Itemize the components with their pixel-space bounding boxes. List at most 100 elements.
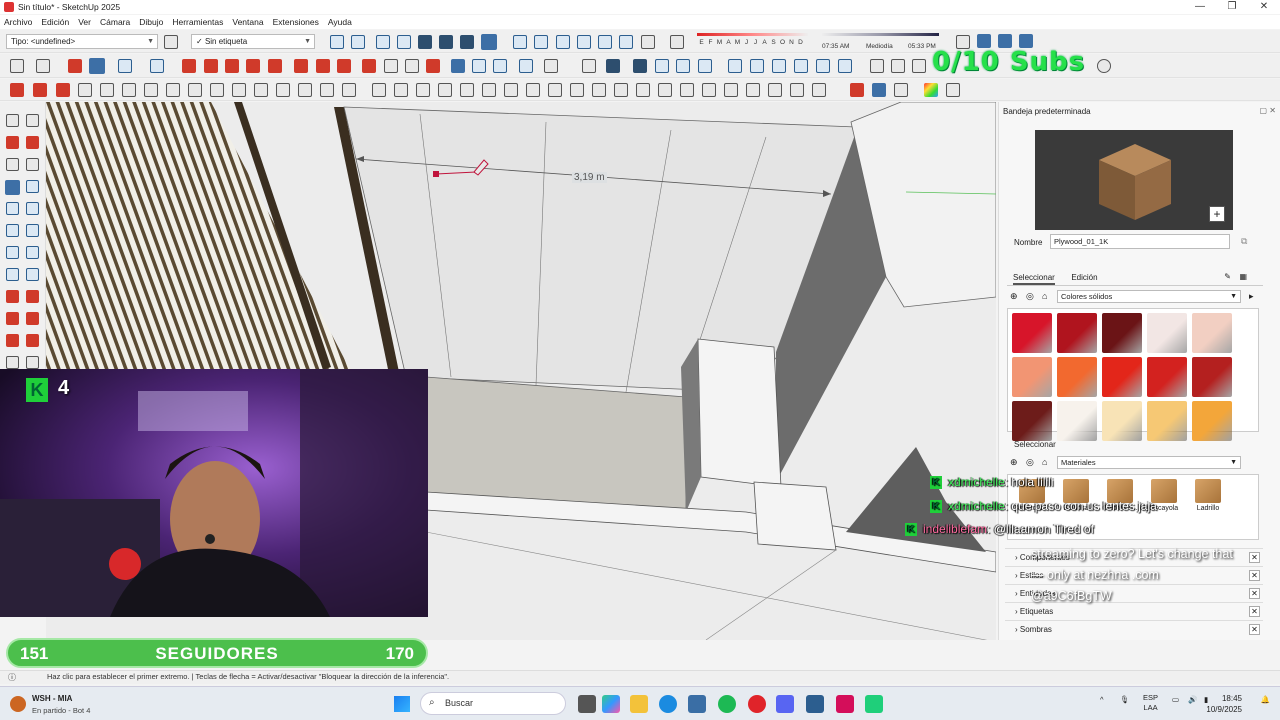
tape-measure-icon[interactable] (316, 59, 330, 73)
menu-ver[interactable]: Ver (78, 15, 91, 29)
notification-bell-icon[interactable]: 🔔 (1261, 695, 1270, 704)
cleanup-icon[interactable] (570, 83, 584, 97)
xray-style-icon[interactable] (376, 35, 390, 49)
cube-render-icon[interactable] (1019, 34, 1033, 48)
folder-icon[interactable] (891, 59, 905, 73)
close-icon[interactable]: ✕ (1249, 606, 1260, 617)
geo-location-icon[interactable] (544, 59, 558, 73)
maximize-button[interactable]: ❐ (1216, 0, 1248, 14)
front-view-icon[interactable] (513, 35, 527, 49)
home-icon[interactable]: ⌂ (1042, 291, 1047, 301)
close-icon[interactable]: ✕ (1249, 624, 1260, 635)
tag-tool-icon[interactable] (164, 35, 178, 49)
pencil-line-icon[interactable] (89, 58, 105, 74)
back-icon[interactable]: ⊕ (1010, 457, 1018, 468)
iso-view-icon[interactable] (330, 35, 344, 49)
color-swatch[interactable] (1012, 313, 1052, 353)
color-palette-icon[interactable] (924, 83, 938, 97)
intersect-icon[interactable] (472, 59, 486, 73)
pointer-icon[interactable] (946, 83, 960, 97)
rectangle-tool-icon[interactable] (150, 59, 164, 73)
save-icon[interactable] (912, 59, 926, 73)
shape-bender-icon[interactable] (438, 83, 452, 97)
select-tool-icon[interactable] (6, 114, 19, 127)
knife-icon[interactable] (636, 83, 650, 97)
top-view-icon[interactable] (351, 35, 365, 49)
menu-herramientas[interactable]: Herramientas (172, 15, 223, 29)
hidden-line-style-icon[interactable] (418, 35, 432, 49)
make-group-icon[interactable] (122, 83, 136, 97)
zoom-extents-icon[interactable] (426, 59, 440, 73)
create-material-button[interactable]: + (1209, 206, 1225, 222)
menu-ventana[interactable]: Ventana (232, 15, 263, 29)
monochrome-style-icon[interactable] (481, 34, 497, 50)
shaded-style-icon[interactable] (439, 35, 453, 49)
display-secondary-icon[interactable]: ⧉ (1241, 236, 1247, 247)
offset-tool-icon[interactable] (26, 334, 39, 347)
section-plane-icon[interactable] (619, 35, 633, 49)
user-icon[interactable] (633, 59, 647, 73)
subdivide-icon[interactable] (592, 83, 606, 97)
color-swatch[interactable] (1192, 357, 1232, 397)
array-icon[interactable] (526, 83, 540, 97)
fredo-scale-icon[interactable] (342, 83, 356, 97)
copilot-icon[interactable] (602, 695, 620, 713)
close-icon[interactable]: ✕ (1249, 588, 1260, 599)
right-view-icon[interactable] (534, 35, 548, 49)
red-cube-icon[interactable] (850, 83, 864, 97)
extension-warehouse-icon[interactable] (676, 59, 690, 73)
weld-icon[interactable] (548, 83, 562, 97)
material-name-input[interactable]: Plywood_01_1K (1050, 234, 1230, 249)
line-tool-icon[interactable] (5, 180, 20, 195)
eraser-tool-icon[interactable] (26, 136, 39, 149)
shadow-toggle-icon[interactable] (670, 35, 684, 49)
left-view-icon[interactable] (577, 35, 591, 49)
followme-tool-icon[interactable] (26, 312, 39, 325)
collection-details-icon[interactable]: ▸ (1249, 291, 1254, 302)
app-a-icon[interactable] (836, 695, 854, 713)
task-view-icon[interactable] (578, 695, 596, 713)
flowify-icon[interactable] (812, 83, 826, 97)
warehouse-icon[interactable] (655, 59, 669, 73)
section-cut-icon[interactable] (298, 83, 312, 97)
profile-builder-icon[interactable] (320, 83, 334, 97)
wireframe-style-icon[interactable] (397, 35, 411, 49)
edge-icon[interactable] (659, 695, 677, 713)
blue-cube-icon[interactable] (872, 83, 886, 97)
freehand-icon[interactable] (33, 83, 47, 97)
move-icon[interactable] (225, 59, 239, 73)
outliner-icon[interactable] (144, 83, 158, 97)
sample-paint-icon[interactable]: ✎ (1224, 272, 1231, 281)
rotated-rect-icon[interactable] (26, 202, 39, 215)
close-icon[interactable]: ✕ (1249, 552, 1260, 563)
scale-icon[interactable] (268, 59, 282, 73)
color-swatch[interactable] (1147, 313, 1187, 353)
catenary-icon[interactable] (790, 83, 804, 97)
grey-cube-icon[interactable] (894, 83, 908, 97)
color-swatch[interactable] (1147, 357, 1187, 397)
menu-edicion[interactable]: Edición (41, 15, 69, 29)
microphone-icon[interactable]: 🎙 (1120, 695, 1130, 704)
two-point-arc-icon[interactable] (26, 246, 39, 259)
menu-camara[interactable]: Cámara (100, 15, 130, 29)
select-arrow-icon[interactable] (36, 59, 50, 73)
taskbar-search[interactable]: ⌕ Buscar (420, 692, 566, 715)
tab-seleccionar[interactable]: Seleccionar (1013, 273, 1055, 285)
app-green-icon[interactable] (865, 695, 883, 713)
color-swatch[interactable] (1012, 401, 1052, 441)
solid-tools-icon[interactable] (451, 59, 465, 73)
tape-tool-icon[interactable] (6, 356, 19, 369)
bottom-view-icon[interactable] (598, 35, 612, 49)
scale-tool-icon[interactable] (6, 334, 19, 347)
layout-icon[interactable] (698, 59, 712, 73)
smoove-icon[interactable] (750, 59, 764, 73)
open-file-icon[interactable] (870, 59, 884, 73)
make-component-icon[interactable] (100, 83, 114, 97)
subtract-icon[interactable] (519, 59, 533, 73)
language-indicator[interactable]: ESP LAA (1143, 693, 1158, 713)
volume-icon[interactable]: 🔊 (1188, 695, 1197, 704)
color-swatch[interactable] (1057, 357, 1097, 397)
materials-select[interactable]: Materiales ▼ (1057, 456, 1241, 469)
rotate-icon[interactable] (246, 59, 260, 73)
discord-icon[interactable] (776, 695, 794, 713)
